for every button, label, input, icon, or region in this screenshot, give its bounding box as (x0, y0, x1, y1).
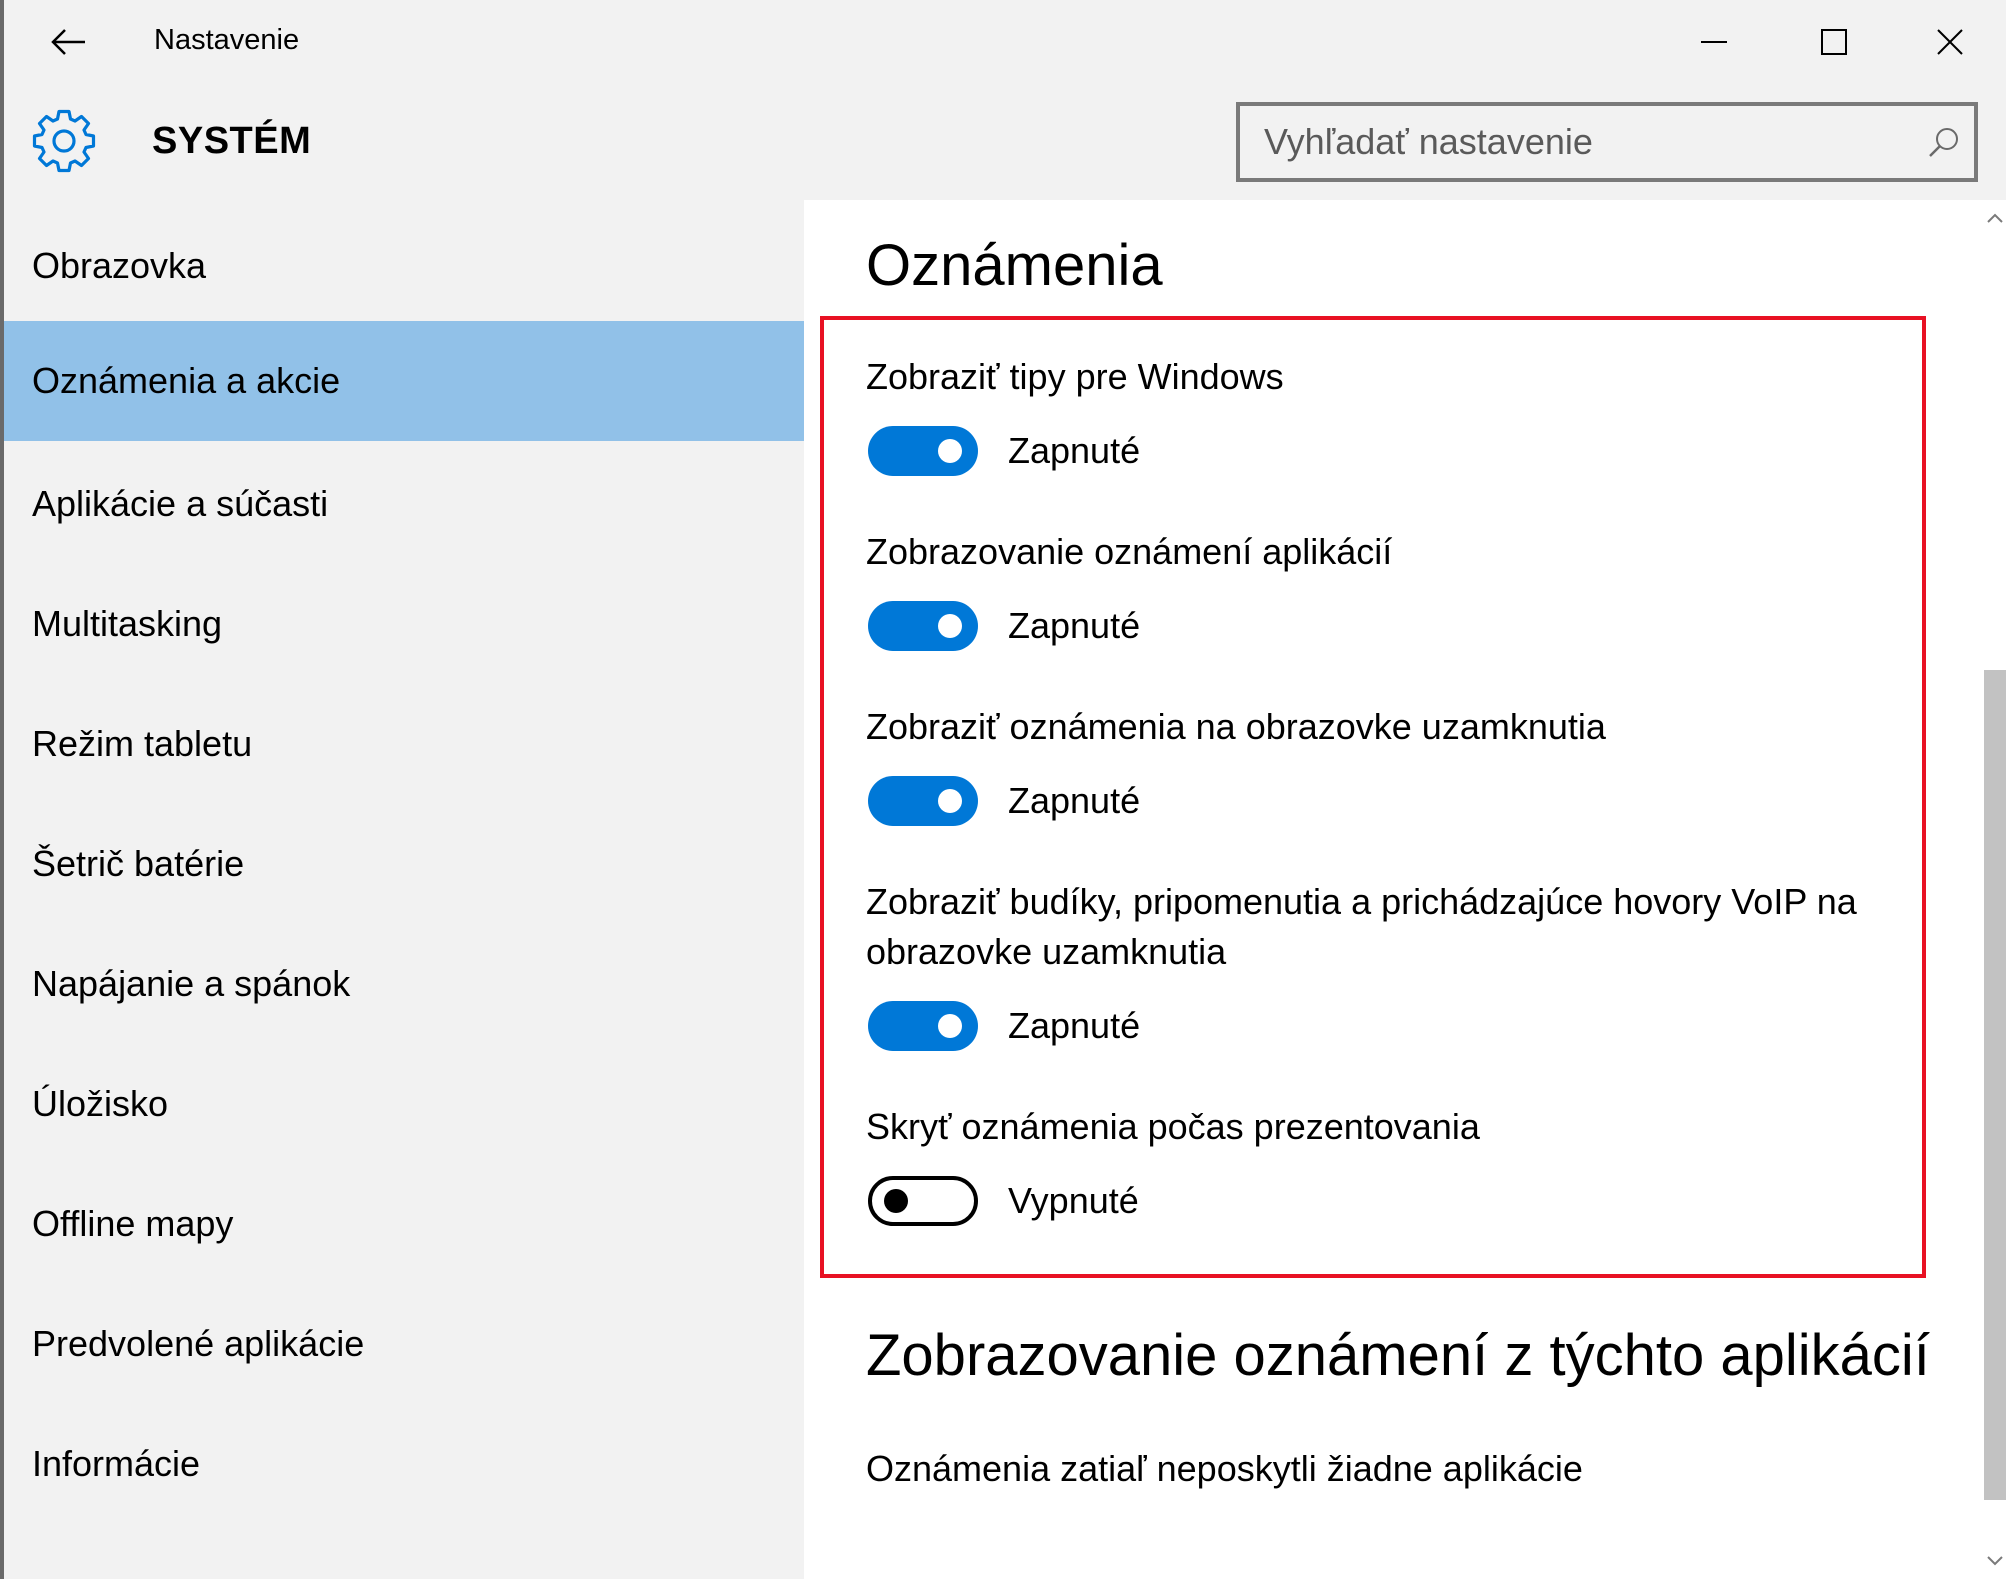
toggle-show-tips[interactable] (868, 426, 978, 476)
toggle-knob (884, 1189, 908, 1213)
maximize-button[interactable] (1776, 0, 1892, 84)
minimize-icon (1701, 41, 1727, 43)
window-title: Nastavenie (154, 24, 300, 56)
sidebar-item-predvolene-aplikacie[interactable]: Predvolené aplikácie (4, 1284, 804, 1404)
gear-icon (32, 109, 96, 173)
chevron-down-icon (1987, 1556, 2003, 1566)
sidebar-item-rezim-tabletu[interactable]: Režim tabletu (4, 684, 804, 804)
sidebar-item-label: Režim tabletu (32, 723, 253, 764)
sidebar-item-label: Multitasking (32, 603, 223, 644)
page-header: SYSTÉM (4, 84, 2006, 200)
sidebar-item-label: Predvolené aplikácie (32, 1323, 365, 1364)
sidebar-item-label: Šetrič batérie (32, 843, 245, 884)
sidebar-item-label: Aplikácie a súčasti (32, 483, 329, 524)
setting-label: Skryť oznámenia počas prezentovania (866, 1106, 1480, 1147)
toggle-state-label: Zapnuté (1008, 430, 1141, 471)
settings-window: Nastavenie SYSTÉM Vyhľadať nastavenie Ob… (0, 0, 2006, 1579)
search-button[interactable] (1914, 106, 1974, 178)
toggle-hide-when-presenting[interactable] (868, 1176, 978, 1226)
scroll-thumb[interactable] (1984, 670, 2006, 1500)
toggle-state-label: Zapnuté (1008, 605, 1141, 646)
search-icon (1929, 128, 1958, 157)
toggle-knob (938, 1014, 962, 1038)
vertical-scrollbar[interactable] (1980, 200, 2006, 1579)
sidebar-item-label: Offline mapy (32, 1203, 234, 1244)
setting-label: Zobrazovanie oznámení aplikácií (866, 531, 1393, 572)
search-input[interactable] (1240, 106, 1914, 178)
sidebar-item-oznamenia-a-akcie[interactable]: Oznámenia a akcie (4, 321, 804, 441)
maximize-icon (1821, 29, 1847, 55)
sidebar-item-aplikacie-a-sucasti[interactable]: Aplikácie a súčasti (4, 444, 804, 564)
back-arrow-icon (51, 29, 85, 55)
sidebar: Obrazovka Oznámenia a akcie Aplikácie a … (4, 200, 804, 1579)
apps-empty-text: Oznámenia zatiaľ neposkytli žiadne aplik… (866, 1448, 1583, 1489)
setting-label: Zobraziť oznámenia na obrazovke uzamknut… (866, 706, 1606, 747)
minimize-button[interactable] (1656, 0, 1772, 84)
search-box[interactable] (1236, 102, 1978, 182)
apps-section-title: Zobrazovanie oznámení z týchto aplikácií (866, 1323, 1930, 1388)
toggle-state-label: Vypnuté (1008, 1180, 1139, 1221)
sidebar-item-label: Informácie (32, 1443, 201, 1484)
sidebar-item-multitasking[interactable]: Multitasking (4, 564, 804, 684)
toggle-state-label: Zapnuté (1008, 780, 1141, 821)
sidebar-item-informacie[interactable]: Informácie (4, 1404, 804, 1524)
toggle-knob (938, 789, 962, 813)
back-button[interactable] (34, 18, 104, 66)
setting-label: Zobraziť budíky, pripomenutia a prichádz… (866, 881, 1857, 972)
title-bar: Nastavenie (4, 0, 2006, 84)
section-title: Oznámenia (866, 233, 1163, 298)
toggle-knob (938, 614, 962, 638)
toggle-alarms-reminders-voip[interactable] (868, 1001, 978, 1051)
sidebar-item-setric-baterie[interactable]: Šetrič batérie (4, 804, 804, 924)
sidebar-item-napajanie-a-spanok[interactable]: Napájanie a spánok (4, 924, 804, 1044)
sidebar-item-label: Obrazovka (32, 245, 207, 286)
scroll-up-button[interactable] (1980, 200, 2006, 236)
scroll-down-button[interactable] (1980, 1543, 2006, 1579)
toggle-knob (938, 439, 962, 463)
sidebar-item-obrazovka[interactable]: Obrazovka (4, 206, 804, 326)
setting-label: Zobraziť tipy pre Windows (866, 356, 1284, 397)
sidebar-item-label: Úložisko (32, 1083, 169, 1124)
page-title: SYSTÉM (152, 120, 312, 162)
toggle-app-notifications[interactable] (868, 601, 978, 651)
close-icon (1937, 29, 1963, 55)
close-button[interactable] (1892, 0, 2006, 84)
chevron-up-icon (1987, 213, 2003, 223)
toggle-state-label: Zapnuté (1008, 1005, 1141, 1046)
sidebar-item-label: Oznámenia a akcie (32, 360, 341, 401)
sidebar-item-offline-mapy[interactable]: Offline mapy (4, 1164, 804, 1284)
toggle-lock-screen-notifications[interactable] (868, 776, 978, 826)
sidebar-item-label: Napájanie a spánok (32, 963, 351, 1004)
sidebar-item-ulozisko[interactable]: Úložisko (4, 1044, 804, 1164)
main-content: Oznámenia Zobraziť tipy pre Windows Zapn… (804, 200, 1980, 1579)
